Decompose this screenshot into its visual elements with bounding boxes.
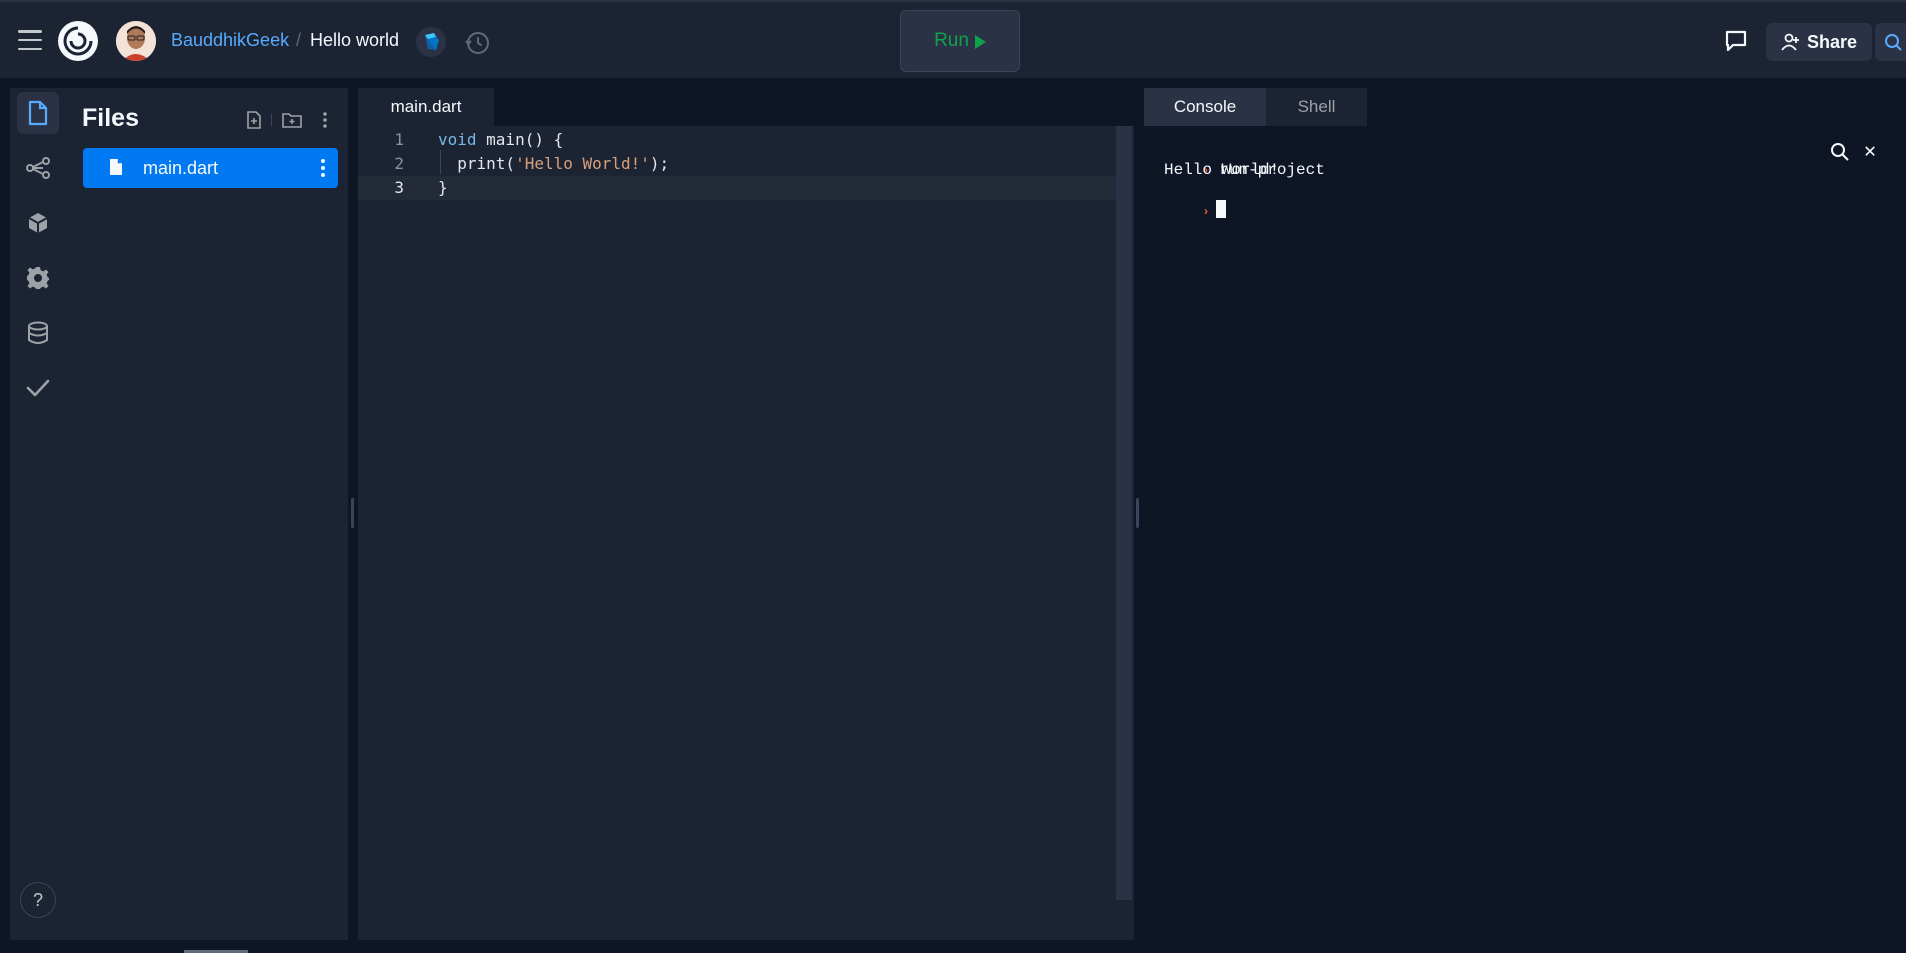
database-icon	[28, 321, 48, 344]
checkmark-icon	[26, 379, 50, 397]
search-icon	[1885, 34, 1902, 51]
code-line-current: 3 }	[358, 176, 1118, 200]
kebab-menu-icon[interactable]	[315, 158, 331, 178]
bottom-bar	[0, 944, 1906, 953]
console-line: Hello World!	[1164, 161, 1280, 179]
run-button[interactable]: Run	[900, 10, 1020, 72]
files-panel: Files main.dart	[66, 88, 348, 940]
play-icon	[974, 34, 986, 49]
panel-resize-handle[interactable]	[1136, 498, 1139, 528]
code-keyword: void	[438, 130, 477, 149]
top-header: BauddhikGeek / Hello world Run Share	[0, 0, 1906, 78]
files-tool-button[interactable]	[17, 92, 59, 134]
terminal-cursor	[1215, 200, 1226, 218]
tab-main-dart[interactable]: main.dart	[358, 88, 494, 126]
help-button[interactable]: ?	[20, 882, 56, 918]
package-icon	[28, 213, 48, 233]
console-prompt-line: ›	[1164, 180, 1226, 242]
add-user-icon	[1781, 33, 1799, 51]
gear-icon	[27, 267, 49, 289]
new-file-button[interactable]	[242, 108, 266, 132]
code-editor[interactable]: 1 void main() { 2 print('Hello World!');…	[358, 126, 1134, 940]
new-file-icon	[247, 111, 261, 129]
close-icon[interactable]: ✕	[1864, 138, 1876, 164]
search-button[interactable]	[1875, 23, 1906, 61]
breadcrumb-owner[interactable]: BauddhikGeek	[171, 30, 289, 51]
code-line: 1 void main() {	[358, 128, 1118, 152]
panel-resize-handle[interactable]	[351, 498, 354, 528]
file-tree-item[interactable]: main.dart	[83, 148, 338, 188]
dart-language-icon[interactable]	[416, 27, 446, 57]
code-line: 2 print('Hello World!');	[358, 152, 1118, 176]
git-branch-icon	[26, 157, 50, 179]
replit-logo-icon[interactable]	[58, 21, 98, 61]
line-number: 1	[394, 130, 404, 149]
new-folder-icon	[282, 113, 302, 128]
divider	[271, 114, 272, 126]
file-icon	[110, 159, 122, 175]
line-number: 2	[394, 154, 404, 173]
files-more-button[interactable]	[313, 108, 337, 132]
file-icon	[28, 100, 48, 126]
git-tool-button[interactable]	[17, 147, 59, 189]
editor-scrollbar[interactable]	[1116, 126, 1132, 900]
code-text: print(	[438, 154, 516, 173]
settings-tool-button[interactable]	[17, 257, 59, 299]
files-panel-title: Files	[82, 104, 139, 132]
breadcrumb-repl-name[interactable]: Hello world	[310, 30, 399, 51]
tab-shell[interactable]: Shell	[1266, 88, 1367, 126]
chat-icon[interactable]	[1723, 29, 1749, 53]
search-icon[interactable]	[1830, 142, 1850, 162]
menu-icon[interactable]	[18, 30, 42, 50]
file-tree-item-label: main.dart	[143, 158, 219, 178]
database-tool-button[interactable]	[17, 312, 59, 354]
line-number: 3	[394, 178, 404, 197]
code-text: main() {	[476, 130, 564, 149]
share-button-label: Share	[1806, 31, 1858, 52]
tests-tool-button[interactable]	[17, 367, 59, 409]
share-button[interactable]: Share	[1766, 23, 1872, 61]
packages-tool-button[interactable]	[17, 202, 59, 244]
run-button-label: Run	[934, 30, 969, 51]
code-text: );	[649, 154, 670, 173]
console-output[interactable]: › run-project Hello World! › ✕	[1144, 126, 1906, 940]
tool-rail: ?	[10, 88, 66, 940]
breadcrumb-separator: /	[296, 30, 302, 50]
prompt-chevron-icon: ›	[1202, 205, 1210, 219]
avatar[interactable]	[116, 21, 156, 61]
tab-console[interactable]: Console	[1144, 88, 1266, 126]
history-icon[interactable]	[464, 29, 492, 57]
code-string: 'Hello World!'	[515, 154, 650, 173]
code-text: }	[438, 178, 448, 197]
kebab-menu-icon	[323, 112, 327, 128]
new-folder-button[interactable]	[280, 108, 304, 132]
